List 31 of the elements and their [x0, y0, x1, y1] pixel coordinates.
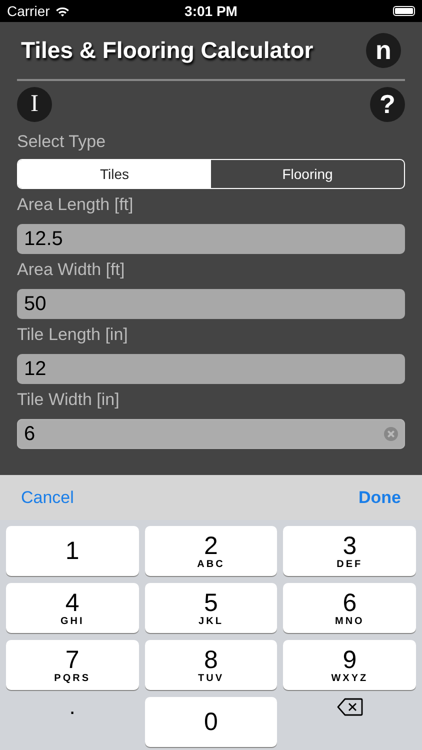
keypad-key[interactable]: 1 — [6, 526, 139, 576]
app-title: Tiles & Flooring Calculator — [21, 37, 314, 64]
keypad-key[interactable]: . — [6, 697, 139, 747]
input-field[interactable]: 50 — [17, 289, 405, 319]
field-label: Tile Width [in] — [17, 390, 120, 411]
wifi-icon — [54, 6, 70, 16]
keypad-key[interactable]: 6 MNO — [283, 583, 416, 633]
logo-button[interactable]: n — [366, 33, 401, 68]
field-label: Area Width [ft] — [17, 260, 126, 281]
segment-tab[interactable]: Tiles — [18, 160, 211, 188]
field-label: Select Type — [17, 132, 107, 153]
keypad-key[interactable]: 9 WXYZ — [283, 640, 416, 690]
keypad-key[interactable]: 0 — [144, 697, 278, 747]
carrier-label: Carrier — [7, 3, 50, 19]
keypad-key[interactable]: 3 DEF — [283, 526, 416, 576]
field-label: Area Length [ft] — [17, 195, 134, 216]
segment-tab[interactable]: Flooring — [211, 160, 404, 188]
keypad-key[interactable]: 8 TUV — [144, 640, 278, 690]
keypad-key[interactable]: 5 JKL — [144, 583, 278, 633]
clock-time: 3:01 PM — [184, 3, 238, 19]
battery-icon — [392, 6, 415, 16]
keypad-key[interactable]: 7 PQRS — [6, 640, 139, 690]
keypad-key[interactable]: 2 ABC — [144, 526, 278, 576]
input-field[interactable]: 12 — [17, 354, 405, 384]
field-label: Tile Length [in] — [17, 325, 129, 346]
backspace-icon[interactable] — [336, 698, 363, 716]
info-button[interactable]: I — [17, 87, 52, 122]
input-field[interactable]: 6 — [17, 419, 405, 449]
input-field[interactable]: 12.5 — [17, 224, 405, 254]
help-button[interactable]: ? — [370, 87, 405, 122]
keypad-key[interactable]: 4 GHI — [6, 583, 139, 633]
